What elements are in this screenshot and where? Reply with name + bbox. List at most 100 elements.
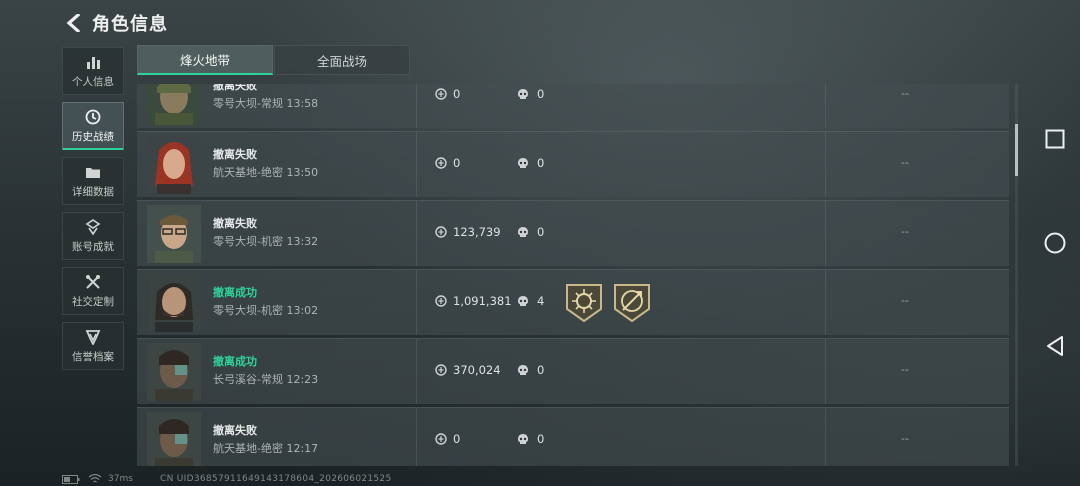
column-divider xyxy=(416,408,417,466)
folder-icon xyxy=(84,164,102,180)
status-footer: 37ms xyxy=(62,474,133,484)
skull-icon xyxy=(518,89,528,99)
clock-icon xyxy=(84,109,102,125)
operator-avatar xyxy=(147,343,201,401)
map-and-time: 航天基地-绝密 12:17 xyxy=(213,442,319,455)
sidebar-item-label: 社交定制 xyxy=(72,295,114,308)
kills-value: 0 xyxy=(517,225,544,239)
sword-emblem-badge-icon[interactable] xyxy=(613,283,651,323)
extraction-result: 撤离失败 xyxy=(213,148,257,161)
square-icon xyxy=(1045,129,1065,149)
recent-apps-button[interactable] xyxy=(1040,124,1070,154)
back-nav-button[interactable] xyxy=(1040,331,1070,361)
match-record-row[interactable]: 撤离成功 零号大坝-机密 13:02 1,091,381 4 -- xyxy=(137,269,1009,335)
kills-value: 0 xyxy=(517,432,544,446)
sidebar-item-achievements[interactable]: 账号成就 xyxy=(62,212,124,260)
money-text: 0 xyxy=(453,156,461,170)
skull-icon xyxy=(518,434,528,444)
sidebar-item-history[interactable]: 历史战绩 xyxy=(62,102,124,150)
column-divider xyxy=(825,201,826,266)
sidebar-item-credit[interactable]: 信誉档案 xyxy=(62,322,124,370)
column-divider xyxy=(416,132,417,197)
header: 角色信息 xyxy=(60,8,168,38)
page-title: 角色信息 xyxy=(92,14,168,35)
medal-icon xyxy=(84,218,102,235)
operator-avatar xyxy=(147,84,201,125)
kills-text: 0 xyxy=(537,363,545,377)
tab-full-battlefield[interactable]: 全面战场 xyxy=(274,45,410,75)
tab-hazard-zone[interactable]: 烽火地带 xyxy=(137,45,273,75)
sidebar-item-personal-info[interactable]: 个人信息 xyxy=(62,47,124,95)
extraction-result: 撤离失败 xyxy=(213,84,257,92)
coin-icon xyxy=(435,88,447,100)
mode-tabs: 烽火地带 全面战场 xyxy=(137,45,410,75)
skull-icon xyxy=(518,296,528,306)
operator-avatar xyxy=(147,136,201,194)
player-uid: CN UID368579116491431786​04_202606021525 xyxy=(160,474,392,484)
map-and-time: 长弓溪谷-常规 12:23 xyxy=(213,373,319,386)
column-divider xyxy=(416,270,417,335)
kills-text: 0 xyxy=(537,87,545,101)
match-record-row[interactable]: 撤离失败 航天基地-绝密 13:50 0 0 -- xyxy=(137,131,1009,197)
sidebar: 个人信息 历史战绩 详细数据 账号成就 社交定制 信誉档案 xyxy=(62,47,125,377)
money-value: 0 xyxy=(435,432,460,446)
extraction-result: 撤离成功 xyxy=(213,286,257,299)
battery-icon xyxy=(62,474,80,484)
sidebar-item-label: 个人信息 xyxy=(72,75,114,88)
coin-icon xyxy=(435,157,447,169)
coin-icon xyxy=(435,364,447,376)
map-and-time: 零号大坝-机密 13:32 xyxy=(213,235,319,248)
sidebar-item-label: 详细数据 xyxy=(72,185,114,198)
extraction-result: 撤离失败 xyxy=(213,217,257,230)
chevron-left-icon xyxy=(66,14,81,32)
kills-text: 4 xyxy=(537,294,545,308)
tools-icon xyxy=(84,274,102,290)
column-divider xyxy=(416,84,417,128)
match-record-row[interactable]: 撤离失败 航天基地-绝密 12:17 0 0 -- xyxy=(137,407,1009,466)
role-info-screen: 角色信息 个人信息 历史战绩 详细数据 账号成就 社交定制 信誉档案 烽火地带 … xyxy=(0,0,1080,486)
sidebar-item-social[interactable]: 社交定制 xyxy=(62,267,124,315)
scrollbar-thumb[interactable] xyxy=(1015,124,1018,176)
money-text: 0 xyxy=(453,87,461,101)
extra-value: -- xyxy=(901,294,909,307)
skull-icon xyxy=(518,365,528,375)
coin-icon xyxy=(435,433,447,445)
money-value: 0 xyxy=(435,156,460,170)
extra-value: -- xyxy=(901,432,909,445)
extra-value: -- xyxy=(901,363,909,376)
kills-text: 0 xyxy=(537,432,545,446)
extra-value: -- xyxy=(901,225,909,238)
operator-avatar xyxy=(147,274,201,332)
match-history-list[interactable]: 撤离失败 零号大坝-常规 13:58 0 0 -- 撤离失败 航天基地-绝密 1… xyxy=(137,84,1009,466)
match-record-row[interactable]: 撤离成功 长弓溪谷-常规 12:23 370,024 0 -- xyxy=(137,338,1009,404)
home-button[interactable] xyxy=(1040,228,1070,258)
money-value: 370,024 xyxy=(435,363,501,377)
sidebar-item-label: 信誉档案 xyxy=(72,350,114,363)
kills-value: 0 xyxy=(517,156,544,170)
map-and-time: 零号大坝-机密 13:02 xyxy=(213,304,319,317)
money-text: 1,091,381 xyxy=(453,294,512,308)
column-divider xyxy=(825,408,826,466)
column-divider xyxy=(825,270,826,335)
column-divider xyxy=(825,132,826,197)
extra-value: -- xyxy=(901,87,909,100)
column-divider xyxy=(825,339,826,404)
coin-icon xyxy=(435,226,447,238)
map-and-time: 航天基地-绝密 13:50 xyxy=(213,166,319,179)
operator-avatar xyxy=(147,412,201,466)
match-record-row[interactable]: 撤离失败 零号大坝-常规 13:58 0 0 -- xyxy=(137,84,1009,128)
money-text: 0 xyxy=(453,432,461,446)
operator-avatar xyxy=(147,205,201,263)
bar-chart-icon xyxy=(84,54,102,70)
kills-value: 0 xyxy=(517,363,544,377)
kills-value: 0 xyxy=(517,87,544,101)
extraction-result: 撤离成功 xyxy=(213,355,257,368)
money-text: 370,024 xyxy=(453,363,501,377)
money-value: 0 xyxy=(435,87,460,101)
skull-icon xyxy=(518,227,528,237)
column-divider xyxy=(416,339,417,404)
back-button[interactable] xyxy=(60,9,88,37)
match-record-row[interactable]: 撤离失败 零号大坝-机密 13:32 123,739 0 -- xyxy=(137,200,1009,266)
sidebar-item-detail-data[interactable]: 详细数据 xyxy=(62,157,124,205)
sun-emblem-badge-icon[interactable] xyxy=(565,283,603,323)
